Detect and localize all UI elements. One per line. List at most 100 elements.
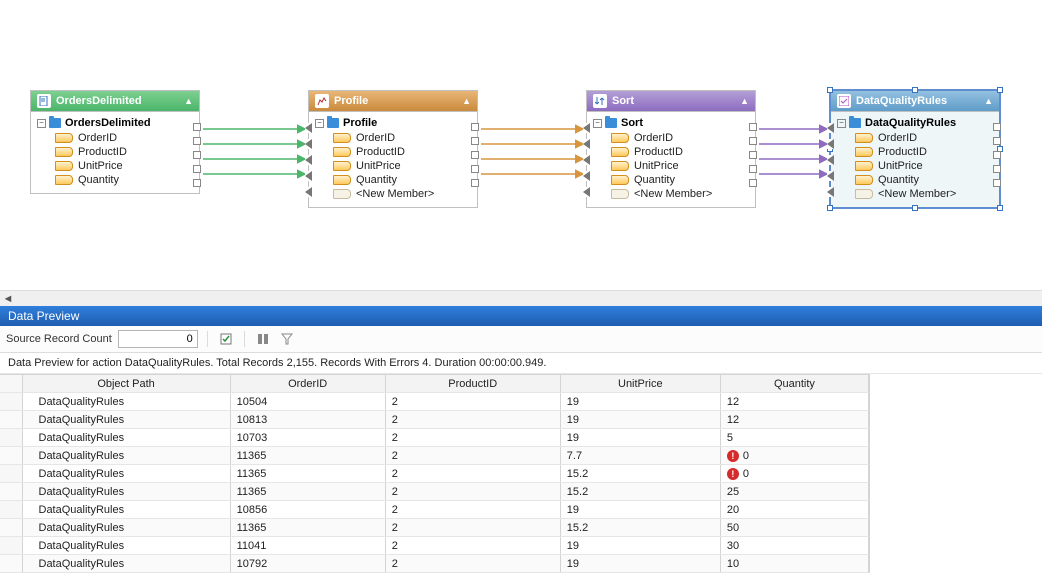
filter-button[interactable] xyxy=(278,330,296,348)
minus-icon[interactable]: − xyxy=(837,119,846,128)
cell[interactable]: DataQualityRules xyxy=(22,465,230,483)
node-header[interactable]: OrdersDelimited ▲ xyxy=(31,91,199,112)
field-row[interactable]: OrderID xyxy=(311,131,475,145)
cell[interactable]: 50 xyxy=(720,519,868,537)
field-row[interactable]: UnitPrice xyxy=(311,159,475,173)
row-header[interactable] xyxy=(0,537,22,555)
cell[interactable]: !0 xyxy=(720,465,868,483)
cell[interactable]: DataQualityRules xyxy=(22,483,230,501)
cell[interactable]: DataQualityRules xyxy=(22,411,230,429)
horizontal-scrollbar[interactable]: ◄ xyxy=(0,290,1042,306)
table-row[interactable]: DataQualityRules107032195 xyxy=(0,429,869,447)
cell[interactable]: !0 xyxy=(720,447,868,465)
minus-icon[interactable]: − xyxy=(593,119,602,128)
node-subheader[interactable]: − Sort xyxy=(589,115,753,131)
field-row[interactable]: ProductID xyxy=(33,145,197,159)
field-row[interactable]: Quantity xyxy=(33,173,197,187)
cell[interactable]: DataQualityRules xyxy=(22,501,230,519)
cell[interactable]: 19 xyxy=(560,555,720,573)
row-header[interactable] xyxy=(0,393,22,411)
cell[interactable]: 2 xyxy=(385,555,560,573)
cell[interactable]: 11365 xyxy=(230,483,385,501)
cell[interactable]: 7.7 xyxy=(560,447,720,465)
cell[interactable]: 2 xyxy=(385,501,560,519)
cell[interactable]: 2 xyxy=(385,483,560,501)
cell[interactable]: DataQualityRules xyxy=(22,393,230,411)
node-header[interactable]: Sort ▲ xyxy=(587,91,755,112)
cell[interactable]: 20 xyxy=(720,501,868,519)
collapse-toggle-icon[interactable]: ▲ xyxy=(740,96,749,106)
cell[interactable]: 19 xyxy=(560,501,720,519)
cell[interactable]: 5 xyxy=(720,429,868,447)
collapse-toggle-icon[interactable]: ▲ xyxy=(184,96,193,106)
cell[interactable]: 19 xyxy=(560,429,720,447)
cell[interactable]: 15.2 xyxy=(560,465,720,483)
col-header[interactable]: OrderID xyxy=(230,375,385,393)
minus-icon[interactable]: − xyxy=(315,119,324,128)
collapse-toggle-icon[interactable]: ▲ xyxy=(462,96,471,106)
cell[interactable]: DataQualityRules xyxy=(22,447,230,465)
row-header[interactable] xyxy=(0,501,22,519)
cell[interactable]: 12 xyxy=(720,411,868,429)
field-row-new[interactable]: <New Member> xyxy=(311,187,475,201)
cell[interactable]: 12 xyxy=(720,393,868,411)
cell[interactable]: 30 xyxy=(720,537,868,555)
cell[interactable]: DataQualityRules xyxy=(22,429,230,447)
node-header[interactable]: Profile ▲ xyxy=(309,91,477,112)
field-row[interactable]: UnitPrice xyxy=(33,159,197,173)
node-sort[interactable]: Sort ▲ − Sort OrderID ProductID UnitPric… xyxy=(586,90,756,208)
field-row[interactable]: OrderID xyxy=(589,131,753,145)
options-button[interactable] xyxy=(254,330,272,348)
cell[interactable]: 11041 xyxy=(230,537,385,555)
collapse-toggle-icon[interactable]: ▲ xyxy=(984,96,993,106)
cell[interactable]: 11365 xyxy=(230,465,385,483)
field-row-new[interactable]: <New Member> xyxy=(833,187,997,201)
field-row[interactable]: Quantity xyxy=(311,173,475,187)
cell[interactable]: 25 xyxy=(720,483,868,501)
table-row[interactable]: DataQualityRules11365215.2!0 xyxy=(0,465,869,483)
table-row[interactable]: DataQualityRules1079221910 xyxy=(0,555,869,573)
cell[interactable]: 10 xyxy=(720,555,868,573)
cell[interactable]: 10703 xyxy=(230,429,385,447)
field-row[interactable]: OrderID xyxy=(833,131,997,145)
field-row[interactable]: ProductID xyxy=(311,145,475,159)
cell[interactable]: 19 xyxy=(560,411,720,429)
table-row[interactable]: DataQualityRules1085621920 xyxy=(0,501,869,519)
cell[interactable]: DataQualityRules xyxy=(22,555,230,573)
run-preview-button[interactable] xyxy=(217,330,235,348)
row-header[interactable] xyxy=(0,519,22,537)
table-row[interactable]: DataQualityRules1104121930 xyxy=(0,537,869,555)
field-row[interactable]: OrderID xyxy=(33,131,197,145)
cell[interactable]: 19 xyxy=(560,393,720,411)
cell[interactable]: 10813 xyxy=(230,411,385,429)
field-row[interactable]: ProductID xyxy=(833,145,997,159)
cell[interactable]: 15.2 xyxy=(560,483,720,501)
cell[interactable]: 19 xyxy=(560,537,720,555)
cell[interactable]: 10504 xyxy=(230,393,385,411)
node-profile[interactable]: Profile ▲ − Profile OrderID ProductID Un… xyxy=(308,90,478,208)
row-header[interactable] xyxy=(0,465,22,483)
cell[interactable]: 2 xyxy=(385,411,560,429)
field-row[interactable]: Quantity xyxy=(833,173,997,187)
cell[interactable]: 2 xyxy=(385,447,560,465)
scroll-left-icon[interactable]: ◄ xyxy=(0,291,16,307)
node-header[interactable]: DataQualityRules ▲ xyxy=(831,91,999,112)
field-row[interactable]: Quantity xyxy=(589,173,753,187)
field-row-new[interactable]: <New Member> xyxy=(589,187,753,201)
row-header[interactable] xyxy=(0,411,22,429)
cell[interactable]: 11365 xyxy=(230,519,385,537)
node-dataqualityrules[interactable]: DataQualityRules ▲ − DataQualityRules Or… xyxy=(830,90,1000,208)
cell[interactable]: 2 xyxy=(385,537,560,555)
col-header[interactable]: ProductID xyxy=(385,375,560,393)
field-row[interactable]: UnitPrice xyxy=(589,159,753,173)
field-row[interactable]: UnitPrice xyxy=(833,159,997,173)
node-subheader[interactable]: − DataQualityRules xyxy=(833,115,997,131)
row-header[interactable] xyxy=(0,555,22,573)
cell[interactable]: 2 xyxy=(385,519,560,537)
table-row[interactable]: DataQualityRules1136527.7!0 xyxy=(0,447,869,465)
cell[interactable]: 11365 xyxy=(230,447,385,465)
cell[interactable]: 10792 xyxy=(230,555,385,573)
workflow-canvas[interactable]: OrdersDelimited ▲ − OrdersDelimited Orde… xyxy=(0,0,1042,290)
cell[interactable]: 10856 xyxy=(230,501,385,519)
node-subheader[interactable]: − Profile xyxy=(311,115,475,131)
